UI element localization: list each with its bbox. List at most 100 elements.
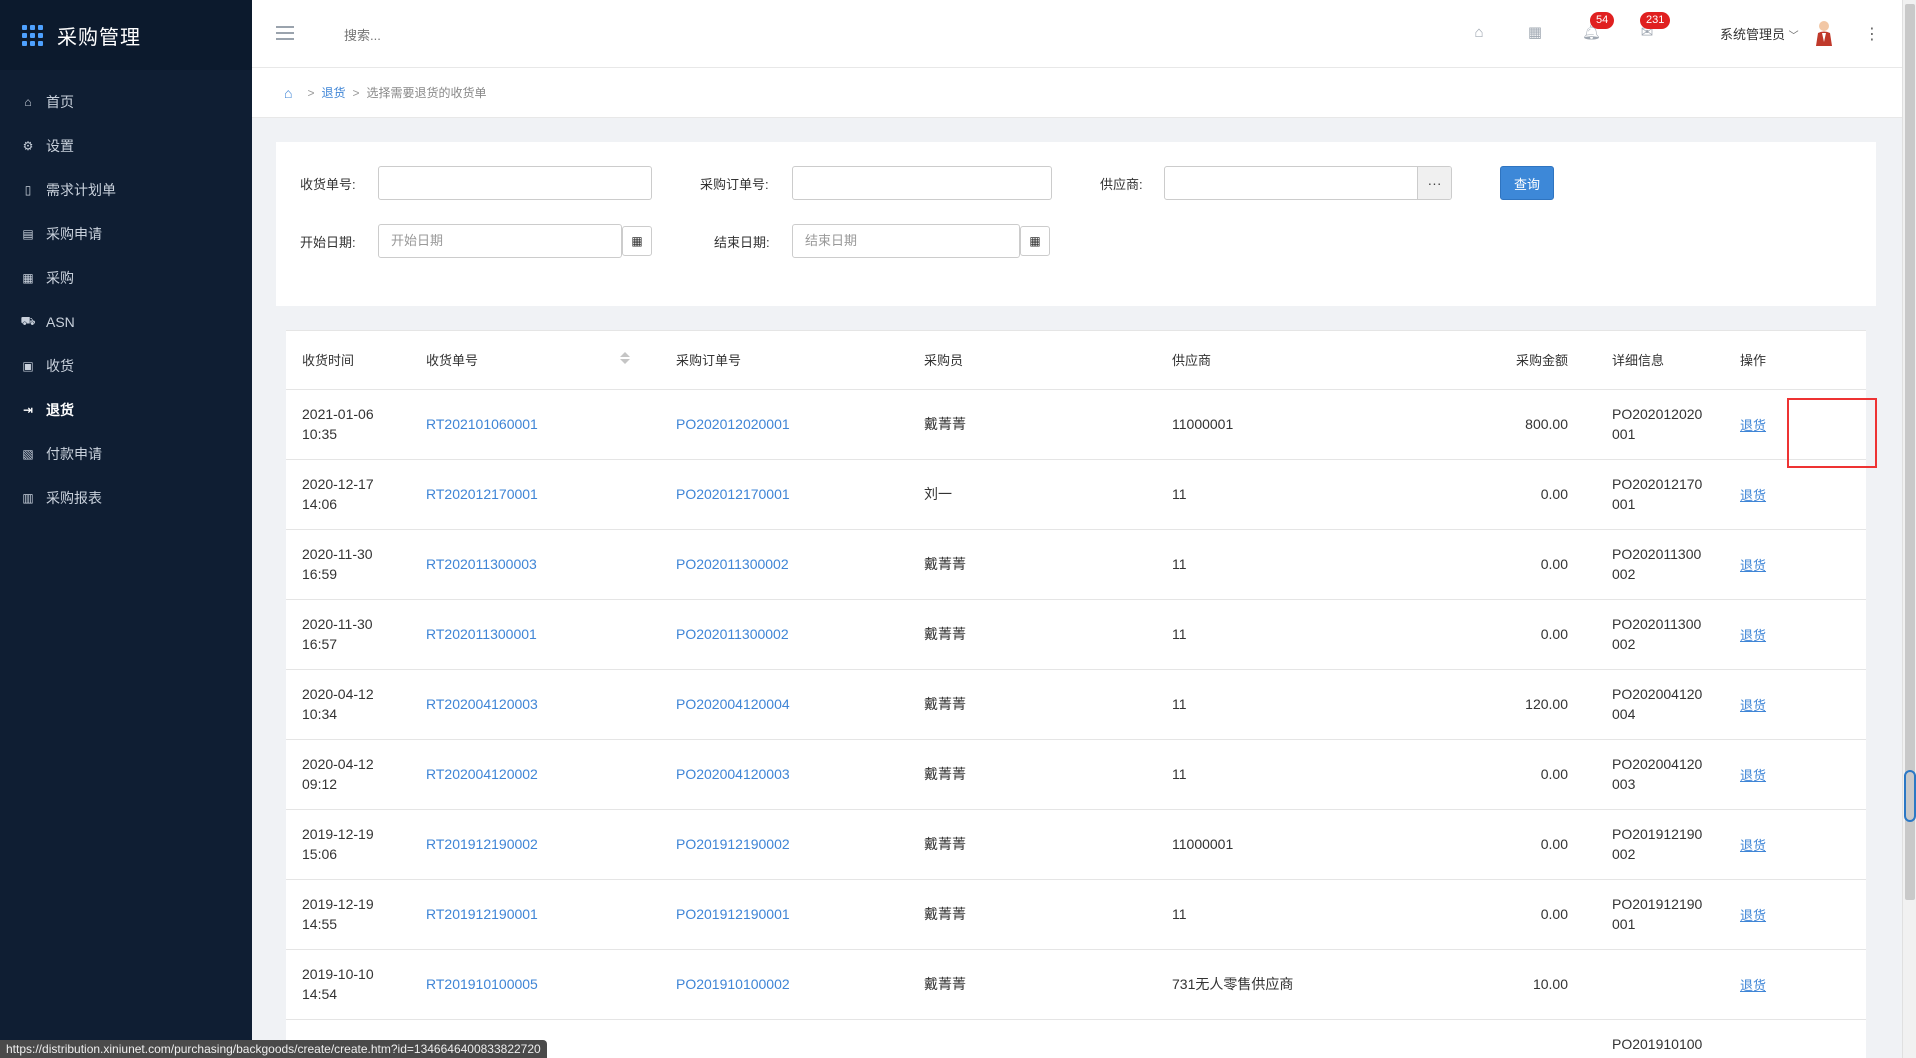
cell-detail: PO201912190 002 — [1596, 809, 1724, 880]
detail-line-2: 002 — [1612, 846, 1636, 862]
table-row: 2019-12-19 15:06 RT201912190002 PO201912190… — [286, 809, 1866, 880]
cell-detail: PO202011300 002 — [1596, 529, 1724, 600]
query-button[interactable]: 查询 — [1500, 166, 1554, 200]
receipt-no-link[interactable]: RT202012170001 — [426, 486, 538, 502]
table-row: 2020-04-12 09:12 RT202004120002 PO202004120… — [286, 739, 1866, 810]
col-header-receipt-no[interactable]: 收货单号 — [410, 331, 660, 390]
return-link[interactable]: 退货 — [1740, 628, 1766, 643]
cell-amount: 0.00 — [1396, 459, 1596, 530]
receipt-no-link[interactable]: RT201912190001 — [426, 906, 538, 922]
sidebar-item[interactable]: ▧ 付款申请 — [0, 432, 252, 476]
menu-toggle-icon[interactable] — [276, 26, 294, 40]
end-date-input[interactable]: 结束日期 — [792, 224, 1020, 258]
sidebar-item[interactable]: ▦ 采购 — [0, 256, 252, 300]
cell-date-text: 2020-04-12 — [302, 756, 374, 772]
cell-date-text: 2020-04-12 — [302, 686, 374, 702]
chevron-down-icon: ﹀ — [1788, 31, 1799, 42]
return-link[interactable]: 退货 — [1740, 418, 1766, 433]
sidebar-item[interactable]: ⛟ ASN — [0, 300, 252, 344]
avatar[interactable] — [1814, 20, 1834, 46]
receipt-no-link[interactable]: RT202011300001 — [426, 626, 537, 642]
return-link[interactable]: 退货 — [1740, 488, 1766, 503]
cell-receipt-no: RT201910100005 — [410, 949, 660, 1020]
return-link[interactable]: 退货 — [1740, 908, 1766, 923]
cell-time: 2020-04-12 10:34 — [286, 669, 410, 740]
breadcrumb-home-icon[interactable]: ⌂ — [284, 85, 292, 101]
home-icon[interactable]: ⌂ — [1470, 24, 1488, 42]
po-no-link[interactable]: PO201912190002 — [676, 836, 790, 852]
supplier-input[interactable]: ··· — [1164, 166, 1452, 200]
cell-amount: 800.00 — [1396, 389, 1596, 460]
receipt-table: 收货时间 收货单号 采购订单号 采购员 供应商 采购金额 详细信息 操作 202… — [286, 330, 1866, 1058]
cell-time-text: 16:59 — [302, 566, 338, 582]
po-no-link[interactable]: PO202011300002 — [676, 556, 789, 572]
receipt-no-link[interactable]: RT202011300003 — [426, 556, 537, 572]
po-no-link[interactable]: PO202004120004 — [676, 696, 790, 712]
start-date-calendar-icon[interactable]: ▦ — [622, 226, 652, 256]
more-vert-icon[interactable]: ⋮ — [1864, 24, 1880, 44]
receipt-no-input[interactable] — [378, 166, 652, 200]
supplier-picker-button[interactable]: ··· — [1417, 167, 1451, 199]
cell-detail — [1596, 949, 1724, 1020]
detail-line-1: PO202011300 — [1612, 616, 1702, 632]
cell-receipt-no: RT202004120002 — [410, 739, 660, 810]
cell-detail: PO202011300 002 — [1596, 599, 1724, 670]
po-no-link[interactable]: PO202012020001 — [676, 416, 790, 432]
sidebar-item[interactable]: ▣ 收货 — [0, 344, 252, 388]
po-no-link[interactable]: PO201912190001 — [676, 906, 790, 922]
cell-receipt-no: RT202011300003 — [410, 529, 660, 600]
return-link[interactable]: 退货 — [1740, 698, 1766, 713]
detail-line-2: 001 — [1612, 496, 1636, 512]
receipt-no-link[interactable]: RT201910100005 — [426, 976, 538, 992]
sidebar-item-label: 收货 — [46, 358, 74, 374]
receipt-no-link[interactable]: RT202004120002 — [426, 766, 538, 782]
messages-badge: 231 — [1640, 12, 1671, 29]
cell-time-text: 15:06 — [302, 846, 338, 862]
sidebar-item-label: 需求计划单 — [46, 182, 116, 198]
sidebar-menu: ⌂ 首页 ⚙ 设置 ▯ 需求计划单 ▤ 采购申请 ▦ 采购 ⛟ ASN ▣ 收货 ⇥ 退货 ▧ 付款申请 ▥ 采购报表 — [0, 80, 252, 520]
cell-supplier: 11 — [1156, 739, 1396, 810]
return-link[interactable]: 退货 — [1740, 558, 1766, 573]
sidebar-item[interactable]: ▤ 采购申请 — [0, 212, 252, 256]
sort-icon[interactable] — [620, 352, 630, 366]
cell-buyer: 戴菁菁 — [908, 809, 1156, 880]
po-no-input[interactable] — [792, 166, 1052, 200]
apps-grid-icon[interactable] — [22, 24, 43, 46]
cell-amount: 10.00 — [1396, 949, 1596, 1020]
start-date-input[interactable]: 开始日期 — [378, 224, 622, 258]
breadcrumb-link[interactable]: 退货 — [321, 84, 345, 101]
cell-time: 2020-11-30 16:59 — [286, 529, 410, 600]
vertical-scrollbar[interactable] — [1902, 0, 1916, 1058]
return-link[interactable]: 退货 — [1740, 978, 1766, 993]
sidebar-item[interactable]: ⇥ 退货 — [0, 388, 252, 432]
sidebar-item[interactable]: ▯ 需求计划单 — [0, 168, 252, 212]
po-no-link[interactable]: PO202004120003 — [676, 766, 790, 782]
supplier-label: 供应商: — [1100, 177, 1143, 192]
detail-line-1: PO202004120 — [1612, 756, 1703, 772]
cell-detail: PO202004120 004 — [1596, 669, 1724, 740]
po-no-link[interactable]: PO202011300002 — [676, 626, 789, 642]
sidebar-item[interactable]: ⚙ 设置 — [0, 124, 252, 168]
cell-op: 退货 — [1724, 529, 1866, 600]
po-no-link[interactable]: PO202012170001 — [676, 486, 790, 502]
search-input[interactable] — [344, 24, 544, 46]
notifications-badge: 54 — [1590, 12, 1615, 29]
sidebar-item-label: 采购申请 — [46, 226, 102, 242]
receipt-no-link[interactable]: RT202004120003 — [426, 696, 538, 712]
return-link[interactable]: 退货 — [1740, 768, 1766, 783]
po-no-link[interactable]: PO201910100002 — [676, 976, 790, 992]
sidebar-item-label: 采购报表 — [46, 490, 102, 506]
sidebar-item-label: 退货 — [46, 402, 74, 418]
cell-time: 2019-10-10 14:54 — [286, 949, 410, 1020]
user-menu[interactable]: 系统管理员 ﹀ — [1720, 24, 1799, 43]
return-link[interactable]: 退货 — [1740, 838, 1766, 853]
end-date-calendar-icon[interactable]: ▦ — [1020, 226, 1050, 256]
sidebar-item[interactable]: ▥ 采购报表 — [0, 476, 252, 520]
grid-icon[interactable]: ▦ — [1526, 24, 1544, 42]
cell-receipt-no: RT201912190001 — [410, 879, 660, 950]
sidebar-item[interactable]: ⌂ 首页 — [0, 80, 252, 124]
receipt-no-link[interactable]: RT202101060001 — [426, 416, 538, 432]
cell-detail: PO202012170 001 — [1596, 459, 1724, 530]
scrollbar-thumb[interactable] — [1905, 4, 1915, 900]
receipt-no-link[interactable]: RT201912190002 — [426, 836, 538, 852]
